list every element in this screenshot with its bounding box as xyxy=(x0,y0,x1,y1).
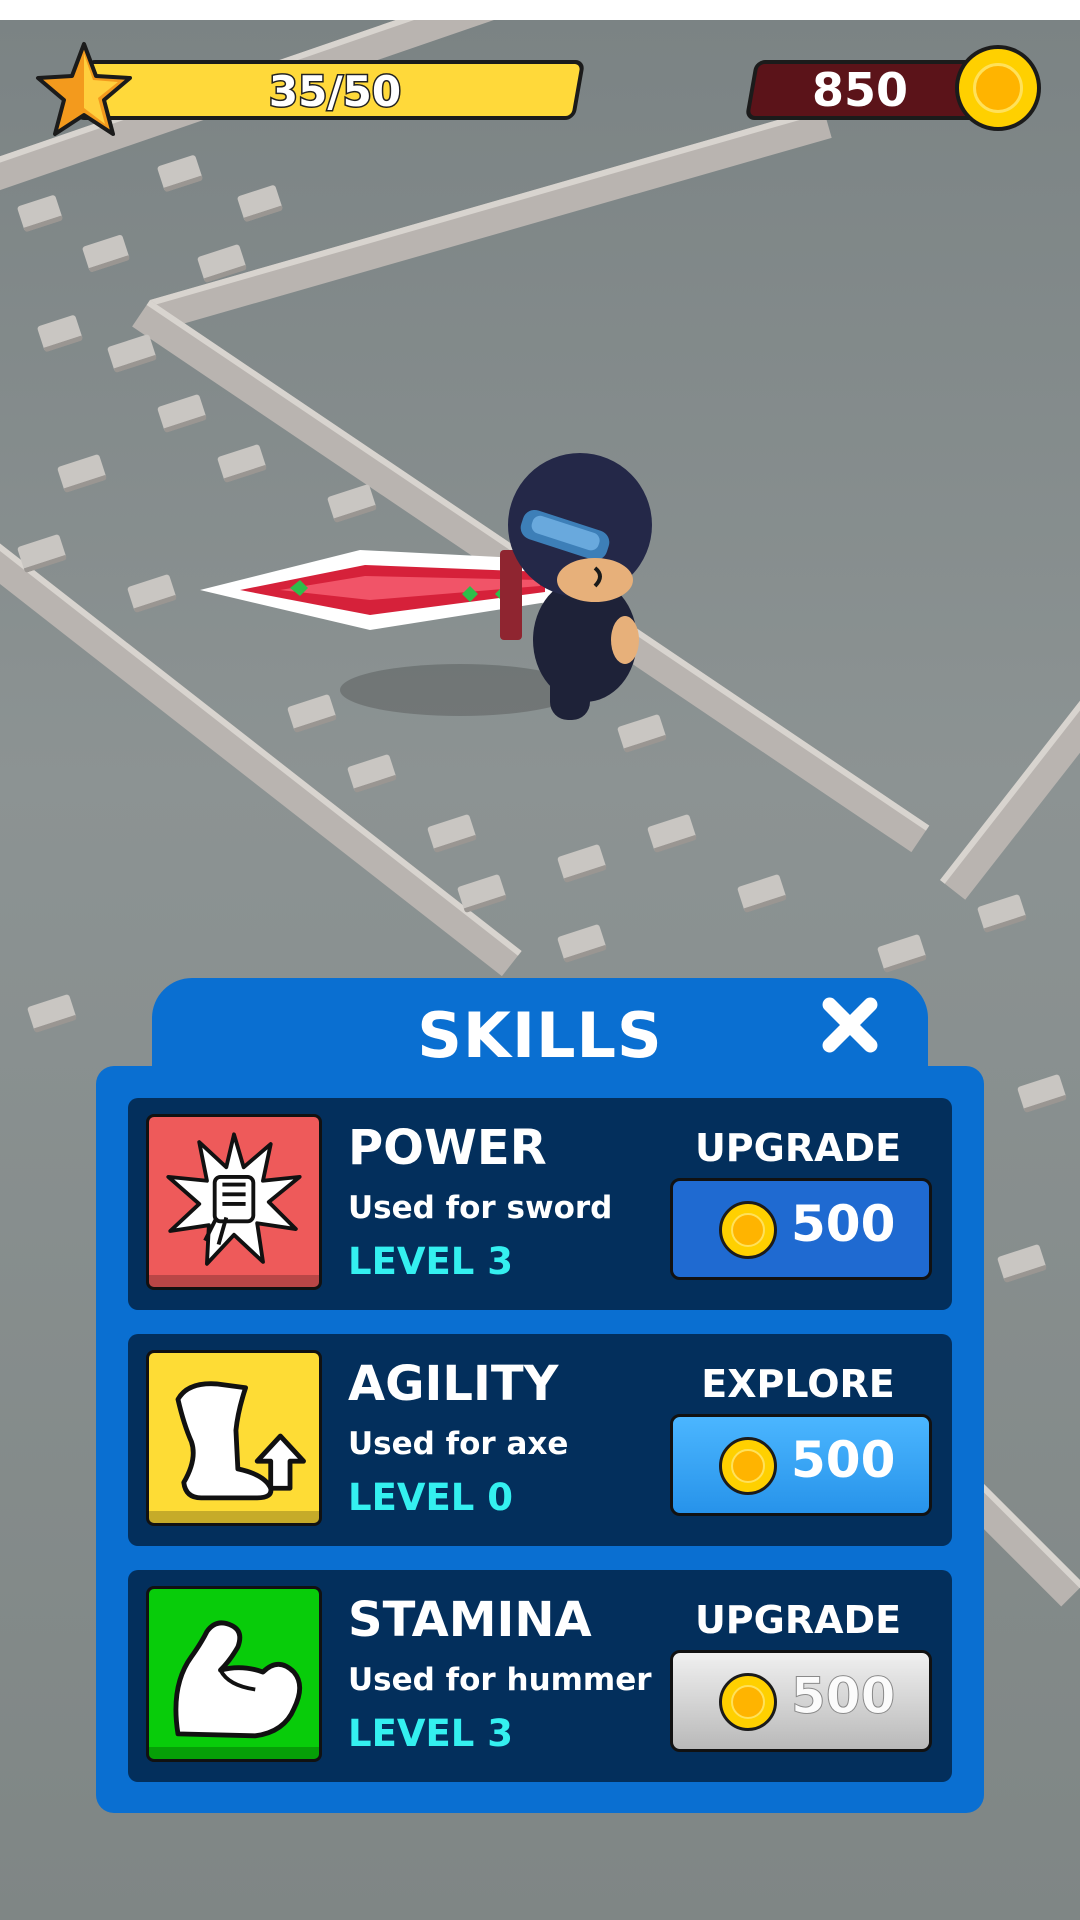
panel-title: SKILLS xyxy=(417,998,663,1072)
floor-tile xyxy=(556,843,608,884)
coin-icon xyxy=(955,45,1041,131)
icon-shade xyxy=(149,1747,319,1759)
floor-tile xyxy=(996,1243,1048,1284)
coin-balance: 850 xyxy=(811,63,909,117)
coin-icon xyxy=(719,1437,777,1495)
ninja-character xyxy=(200,453,652,720)
skill-icon-power xyxy=(146,1114,322,1290)
floor-tile xyxy=(346,753,398,794)
floor-tile xyxy=(976,893,1028,934)
skill-action-label: UPGRADE xyxy=(694,1598,902,1642)
floor-tile xyxy=(156,154,204,193)
skill-description: Used for axe xyxy=(348,1426,569,1462)
upgrade-power-button[interactable]: 500 xyxy=(670,1178,932,1280)
skill-description: Used for hummer xyxy=(348,1662,652,1698)
price-label: 500 xyxy=(790,1667,896,1726)
icon-shade xyxy=(149,1275,319,1287)
floor-tile xyxy=(426,813,478,854)
floor-tile xyxy=(456,873,508,914)
skill-action-label: EXPLORE xyxy=(701,1362,895,1406)
close-icon xyxy=(822,997,878,1053)
price-label: 500 xyxy=(791,1431,896,1489)
floor-tile xyxy=(236,184,284,223)
floor-tile xyxy=(736,873,788,914)
skill-level: LEVEL 3 xyxy=(348,1712,513,1755)
floor-tile xyxy=(16,533,68,574)
skill-icon-agility xyxy=(146,1350,322,1526)
skill-description: Used for sword xyxy=(348,1190,613,1226)
skill-card-agility: AGILITY Used for axe LEVEL 0 EXPLORE 500 xyxy=(128,1334,952,1546)
coin-icon xyxy=(719,1673,777,1731)
floor-tile xyxy=(56,453,108,494)
close-button[interactable] xyxy=(815,990,885,1060)
skill-name: POWER xyxy=(348,1120,547,1176)
star-icon xyxy=(36,42,132,136)
explore-agility-button[interactable]: 500 xyxy=(670,1414,932,1516)
coin-icon xyxy=(719,1201,777,1259)
floor-tile xyxy=(81,234,131,273)
skill-card-power: POWER Used for sword LEVEL 3 UPGRADE 500 xyxy=(128,1098,952,1310)
skill-name: AGILITY xyxy=(348,1356,559,1412)
floor-tile xyxy=(646,813,698,854)
skill-name: STAMINA xyxy=(348,1592,592,1648)
upgrade-stamina-button[interactable]: 500 xyxy=(670,1650,932,1752)
floor-tile xyxy=(26,993,78,1034)
skill-icon-stamina xyxy=(146,1586,322,1762)
skill-card-stamina: STAMINA Used for hummer LEVEL 3 UPGRADE … xyxy=(128,1570,952,1782)
floor-tile xyxy=(876,933,928,974)
floor-tile xyxy=(556,923,608,964)
skill-action-label: UPGRADE xyxy=(694,1126,902,1170)
skill-level: LEVEL 0 xyxy=(348,1476,513,1519)
floor-tile xyxy=(36,314,84,353)
arena-wall xyxy=(940,675,1080,900)
fist-burst-icon xyxy=(166,1132,302,1266)
price-label: 500 xyxy=(791,1195,896,1253)
xp-counter: 35/50 xyxy=(267,65,402,117)
floor-tile xyxy=(126,573,178,614)
floor-tile xyxy=(156,393,208,434)
floor-tile xyxy=(1016,1073,1068,1114)
floor-tile xyxy=(106,333,158,374)
boot-arrow-icon xyxy=(175,1381,306,1501)
skill-level: LEVEL 3 xyxy=(348,1240,513,1283)
floor-tile xyxy=(16,194,64,233)
icon-shade xyxy=(149,1511,319,1523)
flexed-arm-icon xyxy=(173,1620,303,1739)
